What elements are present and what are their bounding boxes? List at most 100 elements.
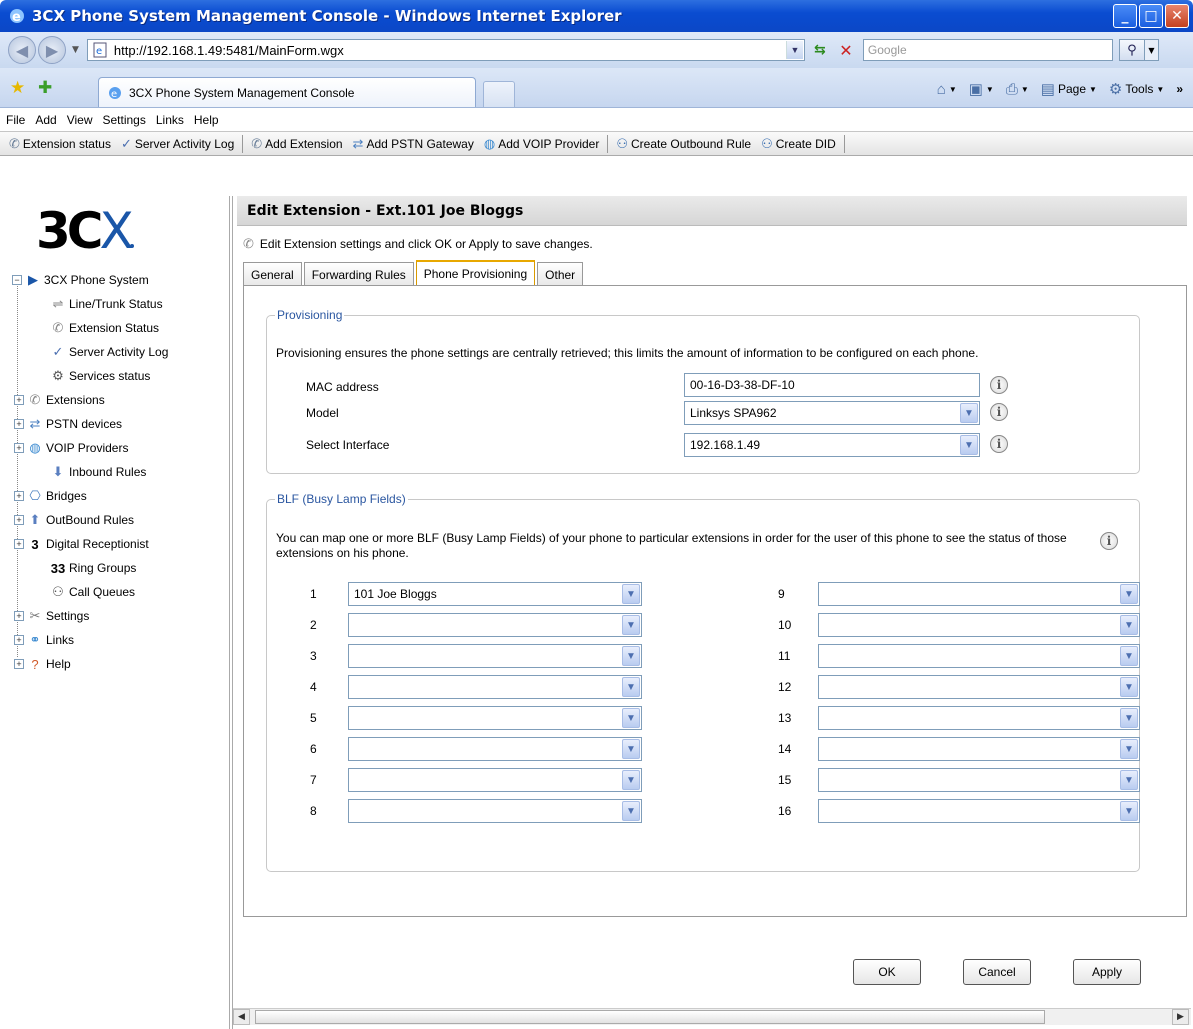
blf-select[interactable]: 101 Joe Bloggs ▼ — [348, 582, 642, 606]
apply-button[interactable]: Apply — [1073, 959, 1141, 985]
sidebar-item-server-activity-log[interactable]: ✓ Server Activity Log — [50, 342, 169, 362]
back-button[interactable]: ◀ — [8, 36, 36, 64]
page-menu[interactable]: ▤ Page ▼ — [1041, 80, 1097, 98]
url-field[interactable]: e http://192.168.1.49:5481/MainForm.wgx … — [86, 39, 805, 61]
tree-root[interactable]: − ▶ 3CX Phone System — [12, 270, 149, 290]
stop-icon[interactable]: ✕ — [835, 39, 857, 61]
info-icon[interactable]: i — [990, 435, 1008, 453]
sidebar-item-line-trunk-status[interactable]: ⇌ Line/Trunk Status — [50, 294, 163, 314]
chevron-more-icon[interactable]: » — [1176, 82, 1183, 96]
forward-button[interactable]: ▶ — [38, 36, 66, 64]
blf-select[interactable]: ▼ — [348, 644, 642, 668]
blf-select[interactable]: ▼ — [818, 582, 1140, 606]
sidebar-item-inbound-rules[interactable]: ⬇ Inbound Rules — [50, 462, 147, 482]
expand-icon[interactable]: + — [14, 515, 24, 525]
favorites-star-icon[interactable]: ★ — [10, 78, 25, 98]
blf-select[interactable]: ▼ — [348, 737, 642, 761]
blf-select[interactable]: ▼ — [818, 675, 1140, 699]
scroll-thumb[interactable] — [255, 1010, 1045, 1024]
model-select[interactable]: Linksys SPA962 ▼ — [684, 401, 980, 425]
ok-button[interactable]: OK — [853, 959, 921, 985]
maximize-button[interactable]: □ — [1139, 4, 1163, 28]
add-voip-provider-button[interactable]: ◍ Add VOIP Provider — [479, 136, 605, 152]
menu-settings[interactable]: Settings — [103, 113, 146, 127]
tab-phone-provisioning[interactable]: Phone Provisioning — [415, 260, 536, 286]
blf-select[interactable]: ▼ — [348, 675, 642, 699]
sidebar-item-ring-groups[interactable]: 33 Ring Groups — [50, 558, 137, 578]
blf-select[interactable]: ▼ — [818, 737, 1140, 761]
tab-forwarding-rules[interactable]: Forwarding Rules — [303, 262, 414, 286]
refresh-icon[interactable]: ⇆ — [809, 39, 831, 61]
expand-icon[interactable]: + — [14, 419, 24, 429]
expand-icon[interactable]: + — [14, 443, 24, 453]
extension-status-button[interactable]: ✆ Extension status — [4, 136, 116, 152]
add-favorites-icon[interactable]: ✚ — [38, 78, 52, 98]
create-did-button[interactable]: ⚇ Create DID — [756, 136, 841, 152]
sidebar-item-outbound-rules[interactable]: + ⬆ OutBound Rules — [14, 510, 134, 530]
info-icon[interactable]: i — [990, 376, 1008, 394]
menu-file[interactable]: File — [6, 113, 25, 127]
menu-links[interactable]: Links — [156, 113, 184, 127]
nav-history-dropdown[interactable]: ▼ — [72, 45, 79, 55]
sidebar-item-extensions[interactable]: + ✆ Extensions — [14, 390, 105, 410]
search-input[interactable]: Google — [862, 39, 1113, 61]
blf-select[interactable]: ▼ — [348, 799, 642, 823]
url-dropdown[interactable]: ▼ — [785, 41, 803, 59]
feeds-button[interactable]: ▣ ▼ — [969, 80, 994, 98]
interface-select[interactable]: 192.168.1.49 ▼ — [684, 433, 980, 457]
tools-menu[interactable]: ⚙ Tools ▼ — [1109, 80, 1164, 98]
print-button[interactable]: ⎙ ▼ — [1006, 81, 1029, 98]
sidebar-item-services-status[interactable]: ⚙ Services status — [50, 366, 150, 386]
search-icon[interactable]: ⚲ — [1118, 39, 1145, 61]
server-activity-log-button[interactable]: ✓ Server Activity Log — [116, 136, 239, 152]
create-outbound-rule-button[interactable]: ⚇ Create Outbound Rule — [611, 136, 756, 152]
blf-select[interactable]: ▼ — [818, 799, 1140, 823]
sidebar-item-links[interactable]: + ⚭ Links — [14, 630, 74, 650]
close-button[interactable]: ✕ — [1165, 4, 1189, 28]
info-icon[interactable]: i — [990, 403, 1008, 421]
check-icon: ✓ — [120, 135, 132, 151]
expand-icon[interactable]: + — [14, 491, 24, 501]
blf-select[interactable]: ▼ — [348, 613, 642, 637]
scroll-left-icon[interactable]: ◀ — [233, 1009, 250, 1025]
sidebar-item-extension-status[interactable]: ✆ Extension Status — [50, 318, 160, 338]
menu-view[interactable]: View — [67, 113, 93, 127]
mac-address-field[interactable]: 00-16-D3-38-DF-10 — [684, 373, 980, 397]
sidebar-item-voip-providers[interactable]: + ◍ VOIP Providers — [14, 438, 128, 458]
browser-tab[interactable]: e 3CX Phone System Management Console — [98, 77, 476, 107]
sidebar-item-bridges[interactable]: + ⎔ Bridges — [14, 486, 87, 506]
sidebar-item-settings[interactable]: + ✂ Settings — [14, 606, 89, 626]
tab-general[interactable]: General — [243, 262, 302, 286]
blf-number-label: 13 — [778, 711, 792, 725]
minimize-button[interactable]: _ — [1113, 4, 1137, 28]
blf-select[interactable]: ▼ — [818, 706, 1140, 730]
expand-icon[interactable]: + — [14, 395, 24, 405]
home-button[interactable]: ⌂ ▼ — [937, 81, 957, 98]
add-extension-button[interactable]: ✆ Add Extension — [246, 136, 347, 152]
expand-icon[interactable]: + — [14, 659, 24, 669]
collapse-icon[interactable]: − — [12, 275, 22, 285]
blf-select[interactable]: ▼ — [818, 644, 1140, 668]
scroll-right-icon[interactable]: ▶ — [1172, 1009, 1189, 1025]
blf-select[interactable]: ▼ — [818, 768, 1140, 792]
sidebar-item-digital-receptionist[interactable]: +3 Digital Receptionist — [14, 534, 149, 554]
add-pstn-gateway-button[interactable]: ⇄ Add PSTN Gateway — [348, 136, 479, 152]
expand-icon[interactable]: + — [14, 611, 24, 621]
info-icon[interactable]: i — [1100, 532, 1118, 550]
blf-select[interactable]: ▼ — [348, 768, 642, 792]
search-dropdown[interactable]: ▼ — [1144, 39, 1159, 61]
expand-icon[interactable]: + — [14, 635, 24, 645]
sidebar-item-call-queues[interactable]: ⚇ Call Queues — [50, 582, 135, 602]
sidebar-item-help[interactable]: +? Help — [14, 654, 71, 674]
menu-add[interactable]: Add — [35, 113, 56, 127]
expand-icon[interactable]: + — [14, 539, 24, 549]
new-tab-button[interactable] — [483, 81, 515, 107]
blf-select[interactable]: ▼ — [818, 613, 1140, 637]
ie-logo-icon: e — [10, 9, 24, 25]
menu-help[interactable]: Help — [194, 113, 219, 127]
blf-select[interactable]: ▼ — [348, 706, 642, 730]
tab-other[interactable]: Other — [537, 262, 584, 286]
horizontal-scrollbar[interactable]: ◀ ▶ — [233, 1008, 1191, 1025]
sidebar-item-pstn-devices[interactable]: + ⇄ PSTN devices — [14, 414, 122, 434]
cancel-button[interactable]: Cancel — [963, 959, 1031, 985]
